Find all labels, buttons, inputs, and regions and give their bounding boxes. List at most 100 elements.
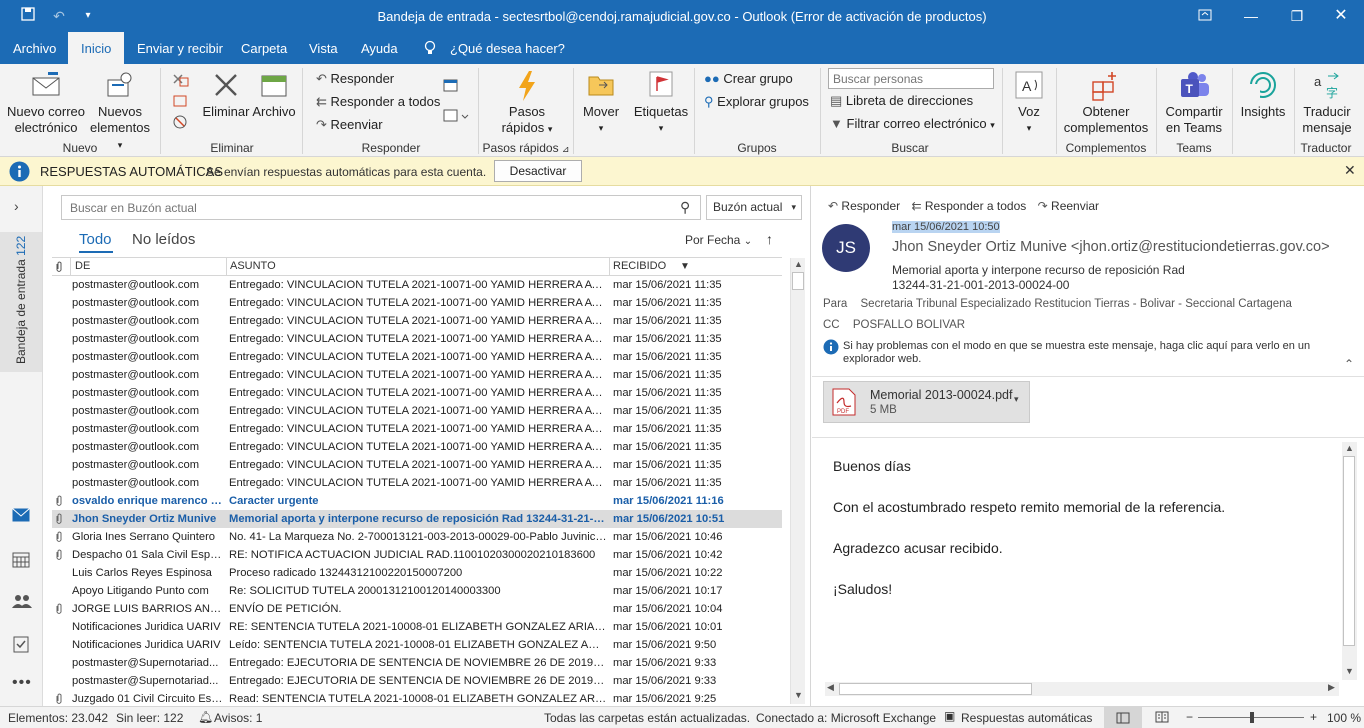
- voice-button[interactable]: A Voz ▾: [1008, 70, 1050, 136]
- attachment-column-icon[interactable]: [55, 258, 63, 275]
- table-row[interactable]: postmaster@Supernotariad... Entregado: EJ…: [52, 654, 782, 672]
- more-respond-icon[interactable]: [443, 108, 469, 127]
- quick-steps-button[interactable]: Pasos rápidos ▾: [488, 70, 566, 137]
- table-row[interactable]: postmaster@outlook.com Entregado: VINCULA…: [52, 294, 782, 312]
- tab-vista[interactable]: Vista: [296, 32, 351, 64]
- reply-button[interactable]: ↶ Responder: [828, 199, 900, 213]
- table-row[interactable]: postmaster@outlook.com Entregado: VINCULA…: [52, 420, 782, 438]
- more-apps-icon[interactable]: •••: [12, 674, 32, 692]
- insights-button[interactable]: Insights: [1236, 70, 1290, 120]
- scroll-thumb[interactable]: [792, 272, 804, 290]
- table-row[interactable]: Gloria Ines Serrano Quintero No. 41- La M…: [52, 528, 782, 546]
- attachment-card[interactable]: PDF Memorial 2013-00024.pdf 5 MB ▾: [823, 381, 1030, 423]
- create-group-button[interactable]: ●● Crear grupo: [704, 70, 793, 88]
- archive-button[interactable]: Archivo: [252, 70, 296, 120]
- tab-enviar-recibir[interactable]: Enviar y recibir: [124, 32, 236, 64]
- zoom-in-icon[interactable]: +: [1310, 710, 1317, 724]
- translate-button[interactable]: a字 Traducir mensaje: [1298, 70, 1356, 136]
- browse-groups-button[interactable]: ⚲ Explorar grupos: [704, 93, 809, 111]
- chevron-down-icon[interactable]: ▾: [1014, 394, 1019, 405]
- list-scrollbar[interactable]: ▲ ▼: [790, 258, 805, 704]
- sort-direction-icon[interactable]: ↑: [766, 231, 773, 247]
- table-row[interactable]: postmaster@outlook.com Entregado: VINCULA…: [52, 384, 782, 402]
- table-row[interactable]: postmaster@outlook.com Entregado: VINCULA…: [52, 474, 782, 492]
- scroll-right-icon[interactable]: ▶: [1328, 682, 1335, 693]
- scroll-left-icon[interactable]: ◀: [827, 682, 834, 693]
- move-button[interactable]: Mover ▾: [580, 70, 622, 136]
- reading-view-icon[interactable]: [1155, 711, 1169, 726]
- folder-tab[interactable]: Bandeja de entrada 122: [0, 232, 42, 372]
- tab-ayuda[interactable]: Ayuda: [348, 32, 411, 64]
- tell-me-search[interactable]: ¿Qué desea hacer?: [450, 32, 565, 64]
- cleanup-icons[interactable]: [170, 72, 192, 134]
- scroll-up-icon[interactable]: ▲: [794, 259, 803, 269]
- tab-unread[interactable]: No leídos: [132, 231, 195, 248]
- collapse-header-icon[interactable]: ⌃: [1344, 357, 1354, 371]
- table-row[interactable]: Apoyo Litigando Punto com Re: SOLICITUD T…: [52, 582, 782, 600]
- get-addins-button[interactable]: Obtener complementos: [1060, 70, 1152, 136]
- search-icon[interactable]: ⚲: [680, 199, 690, 216]
- body-horizontal-scrollbar[interactable]: ◀ ▶: [825, 682, 1339, 696]
- table-row[interactable]: osvaldo enrique marenco lu... Caracter ur…: [52, 492, 782, 510]
- scroll-down-icon[interactable]: ▼: [1345, 666, 1354, 676]
- deactivate-button[interactable]: Desactivar: [494, 160, 582, 182]
- new-email-button[interactable]: Nuevo correo electrónico: [6, 70, 86, 136]
- table-row[interactable]: postmaster@outlook.com Entregado: VINCULA…: [52, 348, 782, 366]
- auto-reply-status[interactable]: Respuestas automáticas: [961, 711, 1092, 725]
- tags-button[interactable]: Etiquetas ▾: [632, 70, 690, 136]
- reply-all-button[interactable]: ⇇ Responder a todos: [911, 199, 1026, 213]
- table-row[interactable]: postmaster@outlook.com Entregado: VINCULA…: [52, 312, 782, 330]
- filter-email-button[interactable]: ▼ Filtrar correo electrónico ▾: [830, 115, 995, 134]
- search-mailbox-input[interactable]: [62, 196, 662, 219]
- table-row[interactable]: postmaster@outlook.com Entregado: VINCULA…: [52, 330, 782, 348]
- tab-all[interactable]: Todo: [79, 231, 112, 248]
- table-row[interactable]: postmaster@outlook.com Entregado: VINCULA…: [52, 366, 782, 384]
- column-from[interactable]: DE: [75, 258, 90, 275]
- reply-all-button[interactable]: ⇇ Responder a todos: [316, 93, 440, 111]
- column-subject[interactable]: ASUNTO: [230, 258, 276, 275]
- ribbon-display-icon[interactable]: [1182, 0, 1228, 32]
- table-row[interactable]: Jhon Sneyder Ortiz Munive Memorial aporta…: [52, 510, 782, 528]
- table-row[interactable]: postmaster@outlook.com Entregado: VINCULA…: [52, 438, 782, 456]
- table-row[interactable]: Luis Carlos Reyes Espinosa Proceso radica…: [52, 564, 782, 582]
- zoom-level[interactable]: 100 %: [1327, 711, 1361, 725]
- to-recipient[interactable]: Secretaria Tribunal Especializado Restit…: [861, 298, 1292, 310]
- table-row[interactable]: Notificaciones Juridica UARIV RE: SENTENC…: [52, 618, 782, 636]
- cc-recipient[interactable]: POSFALLO BOLIVAR: [853, 319, 965, 331]
- scroll-thumb[interactable]: [1343, 456, 1355, 646]
- address-book-button[interactable]: ▤ Libreta de direcciones: [830, 92, 973, 110]
- share-teams-button[interactable]: T Compartir en Teams: [1160, 70, 1228, 136]
- restore-icon[interactable]: ❐: [1274, 0, 1320, 32]
- people-icon[interactable]: [12, 594, 32, 611]
- mail-icon[interactable]: [12, 508, 30, 525]
- table-row[interactable]: JORGE LUIS BARRIOS ANGULO ENVÍO DE PETICI…: [52, 600, 782, 618]
- table-row[interactable]: postmaster@outlook.com Entregado: VINCULA…: [52, 276, 782, 294]
- zoom-out-icon[interactable]: −: [1186, 710, 1193, 724]
- minimize-icon[interactable]: —: [1228, 0, 1274, 32]
- close-icon[interactable]: ✕: [1318, 0, 1364, 32]
- column-received[interactable]: RECIBIDO: [613, 258, 666, 275]
- tasks-icon[interactable]: [13, 635, 29, 656]
- avatar[interactable]: JS: [822, 224, 870, 272]
- table-row[interactable]: postmaster@Supernotariad... Entregado: EJ…: [52, 672, 782, 690]
- normal-view-button[interactable]: [1104, 707, 1142, 728]
- table-row[interactable]: Despacho 01 Sala Civil Espec... RE: NOTIF…: [52, 546, 782, 564]
- sort-dropdown[interactable]: Por Fecha ⌄: [685, 233, 752, 247]
- close-icon[interactable]: ✕: [1344, 162, 1356, 179]
- dialog-launcher-icon[interactable]: ⊿: [562, 144, 570, 154]
- scroll-thumb[interactable]: [839, 683, 1032, 695]
- display-problem-notice[interactable]: Si hay problemas con el modo en que se m…: [843, 340, 1339, 366]
- search-mailbox-box[interactable]: ⚲: [61, 195, 701, 220]
- delete-button[interactable]: Eliminar: [201, 70, 251, 120]
- forward-button[interactable]: ↷ Reenviar: [316, 116, 383, 134]
- message-sender[interactable]: Jhon Sneyder Ortiz Munive <jhon.ortiz@re…: [892, 239, 1330, 255]
- table-row[interactable]: postmaster@outlook.com Entregado: VINCULA…: [52, 402, 782, 420]
- table-row[interactable]: Notificaciones Juridica UARIV Leído: SENT…: [52, 636, 782, 654]
- calendar-icon[interactable]: [12, 552, 30, 571]
- tab-archivo[interactable]: Archivo: [0, 32, 69, 64]
- meeting-reply-icon[interactable]: [443, 78, 459, 95]
- reply-button[interactable]: ↶ Responder: [316, 70, 394, 88]
- scroll-down-icon[interactable]: ▼: [794, 690, 803, 700]
- search-scope-dropdown[interactable]: Buzón actual ▾: [706, 195, 802, 220]
- zoom-slider-thumb[interactable]: [1250, 712, 1254, 723]
